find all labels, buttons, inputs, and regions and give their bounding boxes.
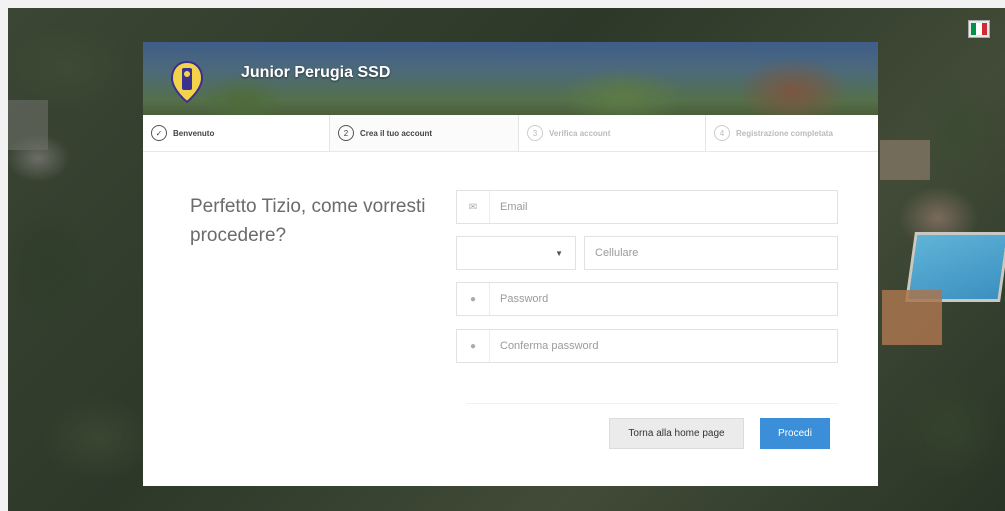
background-court: [882, 290, 942, 345]
caret-down-icon: ▼: [555, 249, 563, 258]
proceed-button[interactable]: Procedi: [760, 418, 830, 449]
lock-icon: ●: [457, 330, 490, 362]
language-flag-button[interactable]: [968, 20, 990, 38]
step-label: Crea il tuo account: [360, 128, 433, 138]
step-create-account: 2 Crea il tuo account: [330, 115, 519, 151]
step-verify-account: 3 Verifica account: [519, 115, 706, 151]
wizard-steps: ✓ Benvenuto 2 Crea il tuo account 3 Veri…: [143, 115, 878, 152]
confirm-password-input[interactable]: [490, 339, 837, 353]
confirm-password-field: ●: [456, 329, 838, 363]
step-label: Registrazione completata: [736, 128, 833, 138]
step-number: 4: [714, 125, 730, 141]
envelope-icon: ✉: [457, 191, 490, 223]
phone-input[interactable]: [585, 246, 837, 260]
check-icon: ✓: [151, 125, 167, 141]
brand-name: Junior Perugia SSD: [241, 64, 391, 81]
step-label: Benvenuto: [173, 128, 215, 138]
club-logo-icon: [170, 60, 204, 104]
email-field: ✉: [456, 190, 838, 224]
form-divider: [466, 403, 838, 404]
page-prompt: Perfetto Tizio, come vorresti procedere?: [190, 196, 426, 246]
background-roof: [8, 100, 48, 150]
phone-field: [584, 236, 838, 270]
step-label: Verifica account: [549, 128, 611, 138]
flag-red-stripe: [981, 23, 987, 35]
step-registration-complete: 4 Registrazione completata: [706, 115, 878, 151]
background-roof: [880, 140, 930, 180]
step-number: 2: [338, 125, 354, 141]
step-welcome: ✓ Benvenuto: [143, 115, 330, 151]
lock-icon: ●: [457, 283, 490, 315]
email-input[interactable]: [490, 200, 837, 214]
password-field: ●: [456, 282, 838, 316]
country-code-select[interactable]: ▼: [456, 236, 576, 270]
home-page-button[interactable]: Torna alla home page: [609, 418, 744, 449]
password-input[interactable]: [490, 292, 837, 306]
step-number: 3: [527, 125, 543, 141]
card-header: Junior Perugia SSD: [143, 42, 878, 115]
registration-card: Junior Perugia SSD ✓ Benvenuto 2 Crea il…: [143, 42, 878, 486]
